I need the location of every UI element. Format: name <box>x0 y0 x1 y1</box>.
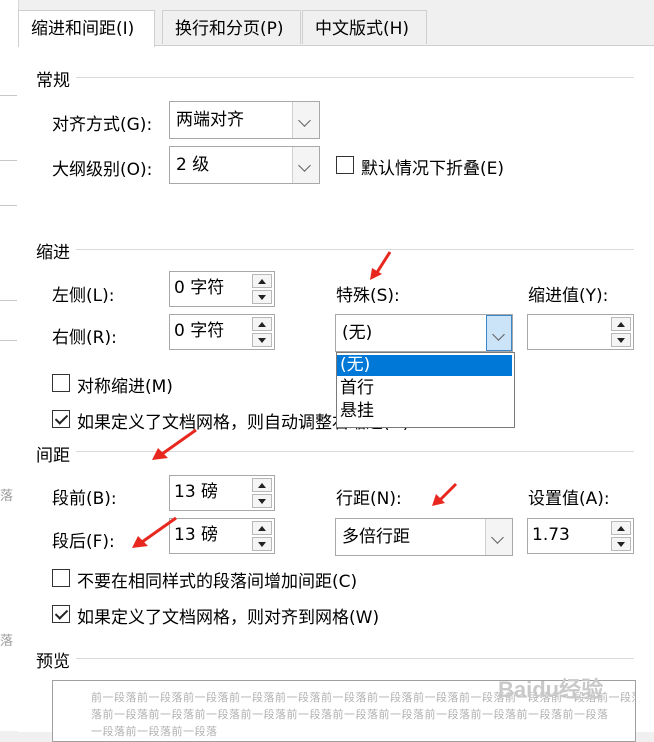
section-general-title: 常规 <box>36 66 76 91</box>
snap-to-grid-checkbox[interactable] <box>52 605 70 623</box>
preview-line: 一段落前一段落前一段落 <box>91 725 218 738</box>
baidu-watermark: Baidu经验 <box>498 677 604 702</box>
auto-adjust-indent-checkbox[interactable] <box>52 410 70 428</box>
spacing-before-spinner[interactable]: 13 磅 <box>169 475 275 511</box>
spin-up-button[interactable] <box>252 478 272 492</box>
background-window-edge: 落 落 <box>0 0 19 731</box>
outline-level-value: 2 级 <box>176 155 210 175</box>
spin-down-button[interactable] <box>252 290 272 304</box>
spin-down-button[interactable] <box>252 333 272 347</box>
section-indent-title: 缩进 <box>36 238 76 263</box>
line-spacing-label: 行距(N): <box>336 489 402 509</box>
spin-up-button[interactable] <box>611 521 631 535</box>
annotation-arrow-icon <box>432 482 458 506</box>
spin-down-button[interactable] <box>611 333 631 347</box>
annotation-arrow-icon <box>152 428 197 460</box>
annotation-arrow-icon <box>132 516 177 548</box>
annotation-arrow-icon <box>370 251 392 280</box>
section-spacing-title: 间距 <box>36 441 76 466</box>
spin-up-button[interactable] <box>252 274 272 288</box>
special-indent-select[interactable]: (无) <box>335 314 513 352</box>
collapse-label: 默认情况下折叠(E) <box>361 159 505 179</box>
outline-level-select[interactable]: 2 级 <box>169 146 320 184</box>
spin-down-button[interactable] <box>252 494 272 508</box>
chevron-down-icon[interactable] <box>485 519 512 555</box>
chevron-down-icon[interactable] <box>486 315 512 351</box>
spin-up-button[interactable] <box>252 317 272 331</box>
tab-asian-typography[interactable]: 中文版式(H) <box>302 10 427 44</box>
spin-up-button[interactable] <box>611 317 631 331</box>
special-indent-label: 特殊(S): <box>336 286 400 306</box>
spin-down-button[interactable] <box>252 537 272 551</box>
snap-to-grid-label: 如果定义了文档网格，则对齐到网格(W) <box>77 608 380 628</box>
alignment-select[interactable]: 两端对齐 <box>169 101 320 139</box>
indent-by-label: 缩进值(Y): <box>528 286 609 306</box>
alignment-value: 两端对齐 <box>176 110 244 130</box>
spacing-before-value: 13 磅 <box>174 482 219 502</box>
dropdown-option-first-line[interactable]: 首行 <box>337 378 512 399</box>
spin-down-button[interactable] <box>611 537 631 551</box>
dropdown-option-none[interactable]: (无) <box>337 355 512 376</box>
spacing-before-label: 段前(B): <box>52 489 117 509</box>
tab-line-page-breaks[interactable]: 换行和分页(P) <box>162 10 301 44</box>
indent-by-spinner[interactable] <box>527 314 634 350</box>
preview-line: 落前一段落前一段落前一段落前一段落前一段落前一段落前一段落前一段落前一段落前一段… <box>91 708 609 721</box>
spacing-after-label: 段后(F): <box>52 532 115 552</box>
collapse-checkbox[interactable] <box>336 156 354 174</box>
indent-right-label: 右侧(R): <box>52 328 117 348</box>
indent-right-value: 0 字符 <box>174 321 225 341</box>
spacing-after-spinner[interactable]: 13 磅 <box>169 518 275 554</box>
spin-up-button[interactable] <box>252 521 272 535</box>
line-spacing-select[interactable]: 多倍行距 <box>335 518 513 556</box>
mirror-indent-checkbox[interactable] <box>52 374 70 392</box>
indent-left-value: 0 字符 <box>174 278 225 298</box>
special-indent-dropdown: (无) 首行 悬挂 <box>336 352 515 428</box>
spacing-at-label: 设置值(A): <box>528 489 610 509</box>
mirror-indent-label: 对称缩进(M) <box>77 377 173 397</box>
outline-level-label: 大纲级别(O): <box>52 160 153 180</box>
spacing-at-value: 1.73 <box>532 525 570 545</box>
alignment-label: 对齐方式(G): <box>52 115 153 135</box>
indent-left-spinner[interactable]: 0 字符 <box>169 271 275 307</box>
dropdown-option-hanging[interactable]: 悬挂 <box>337 401 512 422</box>
indent-right-spinner[interactable]: 0 字符 <box>169 314 275 350</box>
tab-indents-spacing[interactable]: 缩进和间距(I) <box>18 10 155 47</box>
no-space-same-style-label: 不要在相同样式的段落间增加间距(C) <box>77 572 358 592</box>
section-preview-title: 预览 <box>36 647 76 672</box>
spacing-at-spinner[interactable]: 1.73 <box>527 518 634 554</box>
no-space-same-style-checkbox[interactable] <box>52 569 70 587</box>
special-indent-value: (无) <box>342 323 373 343</box>
indent-left-label: 左侧(L): <box>52 286 115 306</box>
chevron-down-icon[interactable] <box>292 102 319 138</box>
line-spacing-value: 多倍行距 <box>342 527 410 547</box>
chevron-down-icon[interactable] <box>292 147 319 183</box>
